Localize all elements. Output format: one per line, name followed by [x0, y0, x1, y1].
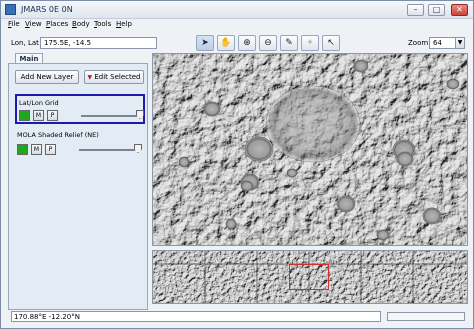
maximize-button[interactable]: □: [428, 4, 445, 16]
jmars-window: JMARS 0E 0N – □ ✕ File View Places Body …: [0, 0, 474, 329]
panner-view-extent-box[interactable]: [289, 264, 329, 290]
edit-selected-button[interactable]: ▼ Edit Selected: [84, 70, 144, 84]
layer-color-swatch[interactable]: [17, 144, 28, 155]
zoom-out-icon[interactable]: ⊖: [259, 35, 277, 51]
menu-places-label: laces: [50, 20, 69, 28]
mars-shaded-relief-map: [153, 54, 467, 245]
menu-help-label: elp: [121, 20, 132, 28]
menu-body[interactable]: Body: [72, 20, 90, 28]
tab-main-body: Add New Layer ▼ Edit Selected Lat/Lon Gr…: [8, 63, 148, 310]
lonlat-label: Lon, Lat: [11, 39, 39, 47]
opacity-slider-thumb[interactable]: [136, 110, 144, 119]
investigate-star-icon[interactable]: ✦: [301, 35, 319, 51]
main-map-view[interactable]: [152, 53, 468, 246]
menu-body-label: ody: [76, 20, 90, 28]
custom-pointer-icon[interactable]: ↖: [322, 35, 340, 51]
menu-tools[interactable]: Tools: [94, 20, 111, 28]
close-button[interactable]: ✕: [451, 4, 468, 16]
add-new-layer-button[interactable]: Add New Layer: [15, 70, 79, 84]
lonlat-input[interactable]: 175.5E, -14.5: [40, 37, 157, 49]
layer-main-toggle[interactable]: M: [33, 110, 44, 121]
chevron-down-icon: ▼: [455, 38, 464, 48]
select-pointer-icon[interactable]: ➤: [196, 35, 214, 51]
menu-view-label: iew: [29, 20, 42, 28]
layer-row-mola-shaded-relief[interactable]: MOLA Shaded Relief (NE) M P: [15, 128, 145, 158]
zoom-label: Zoom:: [408, 39, 431, 47]
status-coordinates: 170.88°E -12.20°N: [11, 311, 381, 322]
app-icon: [5, 4, 16, 15]
pan-hand-icon[interactable]: ✋: [217, 35, 235, 51]
menu-bar: File View Places Body Tools Help: [1, 19, 473, 30]
window-title: JMARS 0E 0N: [21, 5, 73, 14]
ruler-icon[interactable]: ✎: [280, 35, 298, 51]
opacity-slider-track[interactable]: [81, 115, 143, 117]
zoom-select[interactable]: 64 ▼: [429, 37, 465, 49]
opacity-slider-thumb[interactable]: [134, 144, 142, 153]
edit-selected-label: Edit Selected: [94, 73, 141, 81]
status-progress-bar: [387, 312, 465, 321]
zoom-value: 64: [433, 39, 442, 47]
layer-name: Lat/Lon Grid: [19, 99, 59, 107]
layer-main-toggle[interactable]: M: [31, 144, 42, 155]
menu-file-label: ile: [11, 20, 20, 28]
zoom-in-icon[interactable]: ⊕: [238, 35, 256, 51]
menu-view[interactable]: View: [25, 20, 42, 28]
layer-panner-toggle[interactable]: P: [45, 144, 56, 155]
menu-places[interactable]: Places: [46, 20, 68, 28]
menu-tools-label: ools: [97, 20, 112, 28]
dropdown-arrow-icon: ▼: [87, 74, 93, 81]
opacity-slider-track[interactable]: [79, 149, 141, 151]
layer-name: MOLA Shaded Relief (NE): [17, 131, 99, 139]
title-bar[interactable]: JMARS 0E 0N – □ ✕: [1, 1, 473, 19]
layer-manager-panel: Main Add New Layer ▼ Edit Selected Lat/L…: [6, 53, 148, 310]
minimize-button[interactable]: –: [407, 4, 424, 16]
layer-color-swatch[interactable]: [19, 110, 30, 121]
layer-panner-toggle[interactable]: P: [47, 110, 58, 121]
menu-file[interactable]: File: [8, 20, 20, 28]
layer-row-latlon-grid[interactable]: Lat/Lon Grid M P: [15, 94, 145, 124]
menu-help[interactable]: Help: [116, 20, 132, 28]
